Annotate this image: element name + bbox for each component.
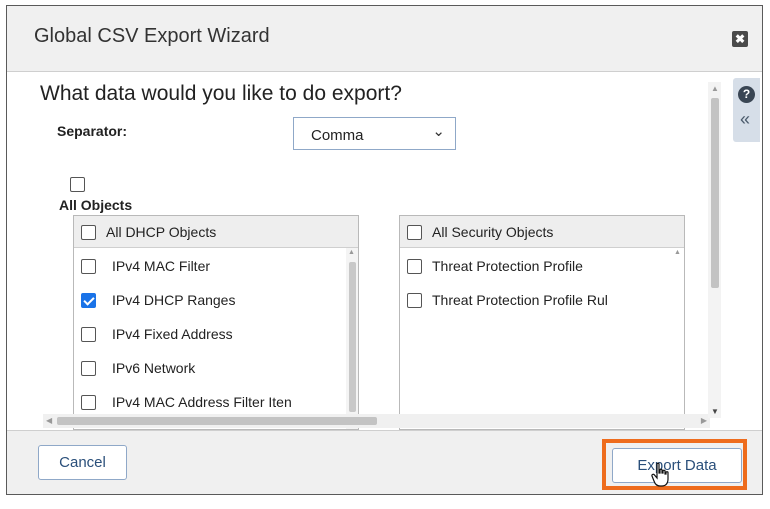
dhcp-panel-header[interactable]: All DHCP Objects — [74, 216, 358, 248]
dialog-title: Global CSV Export Wizard — [34, 25, 270, 47]
dialog-content: What data would you like to do export? S… — [7, 72, 723, 430]
page-title: What data would you like to do export? — [40, 82, 402, 105]
cancel-button[interactable]: Cancel — [38, 445, 127, 480]
security-panel-header[interactable]: All Security Objects — [400, 216, 684, 248]
dialog-titlebar: Global CSV Export Wizard ✖ — [7, 6, 762, 72]
scrollbar-thumb[interactable] — [349, 262, 356, 412]
list-item-label: IPv4 MAC Filter — [112, 258, 211, 274]
scroll-right-icon[interactable]: ▶ — [701, 416, 707, 425]
all-objects-checkbox[interactable] — [70, 177, 85, 192]
scroll-up-icon[interactable]: ▲ — [348, 249, 355, 256]
export-wizard-dialog: Global CSV Export Wizard ✖ What data wou… — [6, 5, 763, 495]
scrollbar-thumb[interactable] — [711, 98, 719, 288]
security-objects-panel: All Security Objects Threat Protection P… — [399, 215, 685, 430]
list-item-label: Threat Protection Profile — [432, 258, 583, 274]
close-icon[interactable]: ✖ — [732, 31, 748, 47]
all-objects-label: All Objects — [59, 197, 133, 213]
threat-protection-profile-checkbox[interactable] — [407, 259, 422, 274]
separator-label: Separator: — [57, 123, 128, 139]
list-item-label: IPv6 Network — [112, 360, 196, 376]
list-item[interactable]: IPv4 Fixed Address — [74, 316, 358, 350]
list-item[interactable]: IPv4 MAC Address Filter Iten — [74, 384, 358, 418]
dialog-footer: Cancel Export Data — [7, 430, 762, 494]
collapse-icon[interactable]: « — [740, 109, 750, 130]
ipv4-dhcp-ranges-checkbox[interactable] — [81, 293, 96, 308]
list-item-label: IPv4 MAC Address Filter Iten — [112, 394, 292, 410]
all-dhcp-objects-checkbox[interactable] — [81, 225, 96, 240]
scroll-up-icon[interactable]: ▲ — [711, 84, 719, 93]
chevron-down-icon: ⌄ — [432, 123, 445, 140]
list-item[interactable]: IPv4 DHCP Ranges — [74, 282, 358, 316]
help-icon[interactable]: ? — [738, 86, 755, 103]
horizontal-scrollbar[interactable]: ◀ ▶ — [43, 414, 710, 428]
threat-protection-profile-rule-checkbox[interactable] — [407, 293, 422, 308]
main-vertical-scrollbar[interactable]: ▲ ▼ — [708, 82, 721, 418]
list-item-label: Threat Protection Profile Rul — [432, 292, 608, 308]
security-panel-scrollbar[interactable]: ▲ — [672, 248, 684, 429]
all-security-objects-checkbox[interactable] — [407, 225, 422, 240]
separator-select[interactable]: Comma ⌄ — [293, 117, 456, 150]
ipv4-fixed-address-checkbox[interactable] — [81, 327, 96, 342]
list-item[interactable]: Threat Protection Profile Rul — [400, 282, 684, 316]
list-item[interactable]: IPv6 Network — [74, 350, 358, 384]
list-item[interactable]: IPv4 MAC Filter — [74, 248, 358, 282]
separator-value: Comma — [311, 127, 364, 144]
ipv4-mac-filter-checkbox[interactable] — [81, 259, 96, 274]
dhcp-objects-panel: All DHCP Objects IPv4 MAC Filter IPv4 DH… — [73, 215, 359, 430]
scroll-up-icon[interactable]: ▲ — [674, 249, 681, 256]
ipv4-mac-address-filter-item-checkbox[interactable] — [81, 395, 96, 410]
side-help-tab: ? « — [733, 78, 760, 142]
list-item-label: IPv4 Fixed Address — [112, 326, 233, 342]
scroll-left-icon[interactable]: ◀ — [46, 416, 52, 425]
scrollbar-thumb[interactable] — [57, 417, 377, 425]
scroll-down-icon[interactable]: ▼ — [711, 407, 719, 416]
hand-cursor-icon — [651, 462, 669, 487]
all-dhcp-objects-label: All DHCP Objects — [106, 224, 217, 240]
all-security-objects-label: All Security Objects — [432, 224, 554, 240]
ipv6-network-checkbox[interactable] — [81, 361, 96, 376]
list-item-label: IPv4 DHCP Ranges — [112, 292, 236, 308]
dhcp-panel-scrollbar[interactable]: ▲ — [346, 248, 358, 429]
list-item[interactable]: Threat Protection Profile — [400, 248, 684, 282]
export-data-button[interactable]: Export Data — [612, 448, 742, 483]
